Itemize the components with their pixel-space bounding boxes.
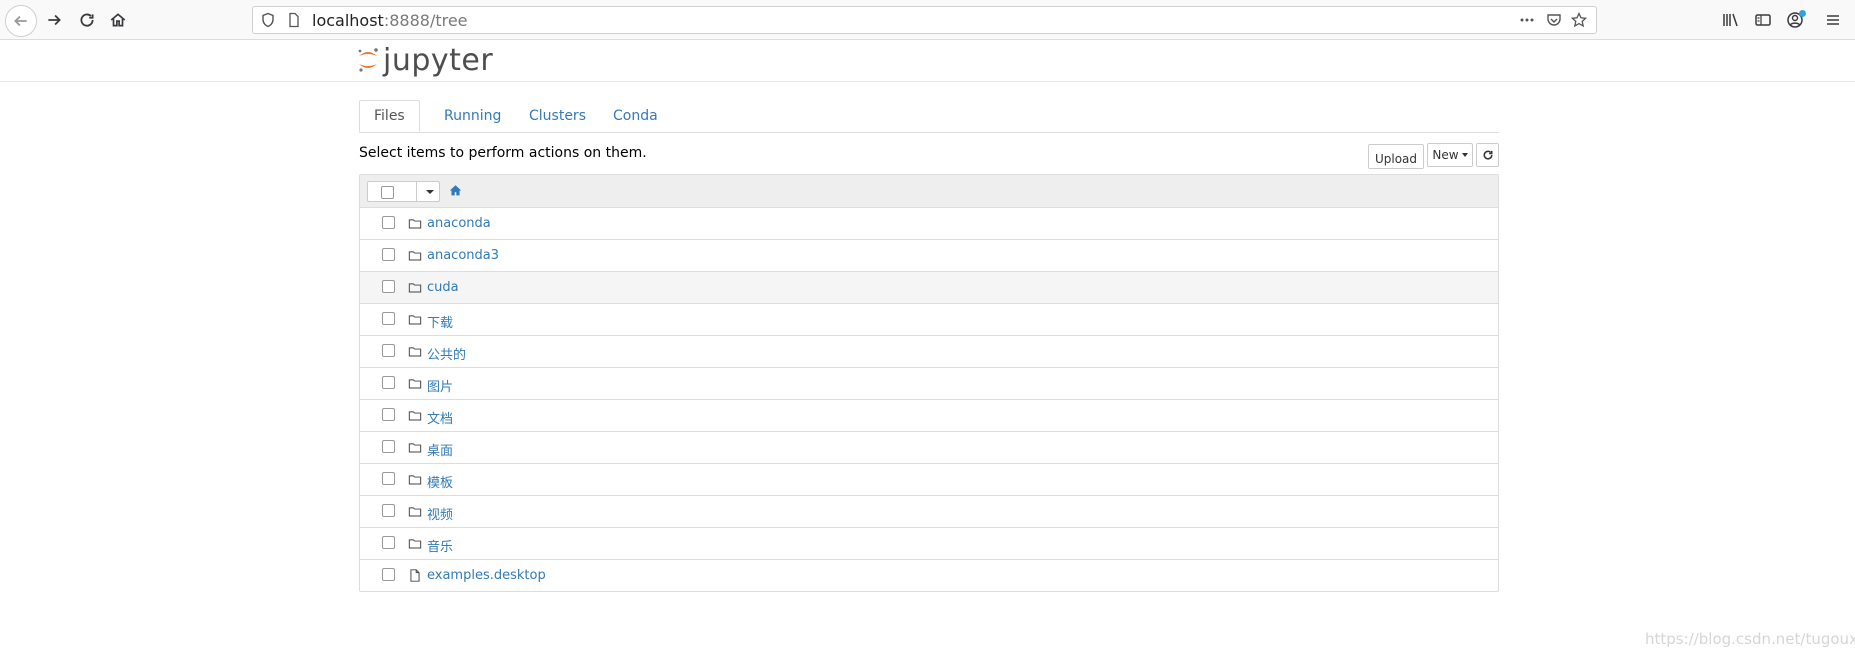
shield-icon[interactable]: [260, 12, 276, 28]
folder-icon: [408, 475, 422, 485]
url-bar[interactable]: localhost:8888/tree: [252, 6, 1597, 34]
arrow-left-icon: [14, 15, 27, 27]
item-checkbox[interactable]: [382, 312, 395, 325]
url-text[interactable]: localhost:8888/tree: [312, 11, 468, 30]
list-item[interactable]: cuda: [360, 272, 1498, 304]
tab-bar: Files Running Clusters Conda: [359, 100, 1499, 133]
folder-icon: [408, 283, 422, 293]
list-item[interactable]: 图片: [360, 368, 1498, 400]
jupyter-logo-icon: [358, 48, 378, 72]
item-link[interactable]: 音乐: [427, 536, 453, 555]
new-label: New: [1432, 148, 1459, 162]
item-checkbox[interactable]: [382, 440, 395, 453]
folder-icon: [408, 251, 422, 261]
item-checkbox[interactable]: [382, 248, 395, 261]
item-checkbox[interactable]: [382, 472, 395, 485]
file-list-header: [360, 175, 1498, 208]
item-link[interactable]: anaconda: [427, 216, 491, 231]
pocket-icon[interactable]: [1546, 12, 1562, 28]
item-link[interactable]: 模板: [427, 472, 453, 491]
watermark: https://blog.csdn.net/tugouxp: [1645, 630, 1855, 648]
tab-clusters[interactable]: Clusters: [514, 100, 601, 132]
item-link[interactable]: 视频: [427, 504, 453, 523]
item-link[interactable]: cuda: [427, 280, 459, 295]
item-checkbox[interactable]: [382, 344, 395, 357]
item-link[interactable]: 文档: [427, 408, 453, 427]
folder-icon: [408, 539, 422, 549]
forward-button[interactable]: [38, 4, 70, 36]
bookmark-star-icon[interactable]: [1571, 12, 1587, 28]
item-link[interactable]: 图片: [427, 376, 453, 395]
sidebar-toggle-icon[interactable]: [1753, 10, 1773, 30]
list-item[interactable]: examples.desktop: [360, 560, 1498, 592]
upload-label: Upload: [1374, 151, 1418, 166]
back-button[interactable]: [5, 5, 37, 37]
home-icon: [110, 13, 126, 27]
tab-files[interactable]: Files: [359, 100, 420, 132]
item-link[interactable]: anaconda3: [427, 248, 499, 263]
new-dropdown-button[interactable]: New: [1427, 143, 1473, 167]
folder-icon: [408, 219, 422, 229]
jupyter-header: jupyter: [0, 40, 1855, 82]
refresh-icon: [1483, 150, 1493, 160]
file-list: anaconda anaconda3 cuda 下载公共的图片文档桌面模板视频音乐 ex…: [359, 174, 1499, 592]
item-link[interactable]: 桌面: [427, 440, 453, 459]
item-checkbox[interactable]: [382, 376, 395, 389]
logo-text: jupyter: [383, 42, 494, 78]
folder-icon: [408, 443, 422, 453]
upload-button[interactable]: Upload: [1368, 144, 1424, 169]
item-checkbox[interactable]: [382, 408, 395, 421]
item-checkbox[interactable]: [382, 504, 395, 517]
selection-hint: Select items to perform actions on them.: [359, 145, 647, 161]
list-item[interactable]: 文档: [360, 400, 1498, 432]
list-item[interactable]: anaconda3: [360, 240, 1498, 272]
folder-icon: [408, 347, 422, 357]
arrow-right-icon: [48, 14, 61, 26]
tab-conda[interactable]: Conda: [598, 100, 673, 132]
folder-icon: [408, 411, 422, 421]
reload-icon: [80, 13, 94, 27]
list-item[interactable]: 模板: [360, 464, 1498, 496]
list-item[interactable]: 音乐: [360, 528, 1498, 560]
page-icon[interactable]: [286, 12, 302, 28]
menu-icon[interactable]: [1823, 10, 1843, 30]
library-icon[interactable]: [1721, 10, 1741, 30]
select-all-dropdown[interactable]: [367, 181, 440, 202]
more-actions-icon[interactable]: [1519, 12, 1535, 28]
item-link[interactable]: examples.desktop: [427, 568, 546, 583]
caret-down-icon[interactable]: [426, 190, 434, 194]
item-checkbox[interactable]: [382, 568, 395, 581]
item-checkbox[interactable]: [382, 280, 395, 293]
list-item[interactable]: 视频: [360, 496, 1498, 528]
browser-toolbar: localhost:8888/tree: [0, 0, 1855, 40]
item-checkbox[interactable]: [382, 216, 395, 229]
refresh-button[interactable]: [1476, 143, 1499, 167]
list-item[interactable]: 下载: [360, 304, 1498, 336]
reload-button[interactable]: [71, 4, 103, 36]
caret-down-icon: [1461, 153, 1468, 157]
folder-icon: [408, 379, 422, 389]
divider: [416, 182, 417, 201]
notification-dot: [1799, 10, 1806, 17]
list-item[interactable]: anaconda: [360, 208, 1498, 240]
home-icon[interactable]: [449, 184, 462, 197]
item-checkbox[interactable]: [382, 536, 395, 549]
file-icon: [410, 569, 420, 582]
item-link[interactable]: 公共的: [427, 344, 466, 363]
select-all-checkbox[interactable]: [381, 186, 394, 199]
folder-icon: [408, 315, 422, 325]
folder-icon: [408, 507, 422, 517]
list-item[interactable]: 桌面: [360, 432, 1498, 464]
jupyter-logo[interactable]: jupyter: [357, 42, 493, 78]
list-item[interactable]: 公共的: [360, 336, 1498, 368]
tab-running[interactable]: Running: [429, 100, 516, 132]
home-button[interactable]: [102, 4, 134, 36]
item-link[interactable]: 下载: [427, 312, 453, 331]
